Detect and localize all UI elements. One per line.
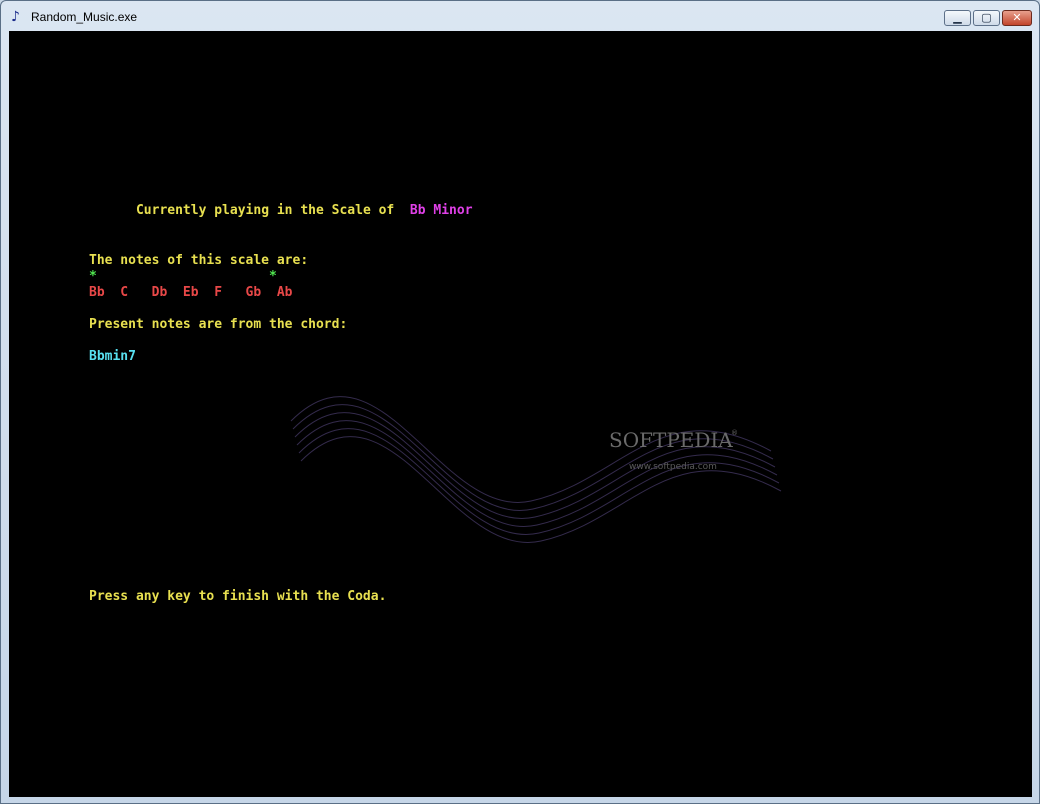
softpedia-watermark: SOFTPEDIA ® www.softpedia.com — [290, 396, 782, 543]
minimize-button[interactable]: ▁ — [944, 10, 971, 26]
scale-notes: Bb C Db Eb F Gb Ab — [89, 285, 293, 300]
chord-name: Bbmin7 — [89, 349, 136, 364]
note-markers: * * — [89, 269, 277, 284]
app-window: ♪ Random_Music.exe ▁ ▢ ✕ Currently playi… — [0, 0, 1040, 804]
title-bar[interactable]: ♪ Random_Music.exe ▁ ▢ ✕ — [1, 1, 1039, 31]
window-title: Random_Music.exe — [31, 10, 138, 24]
scale-name: Bb Minor — [409, 203, 473, 218]
console-output[interactable]: Currently playing in the Scale of Bb Min… — [9, 31, 1032, 797]
watermark-url: www.softpedia.com — [629, 462, 717, 472]
notes-heading: The notes of this scale are: — [89, 253, 309, 268]
watermark-trademark: ® — [731, 429, 738, 437]
scale-prefix: Currently playing in the Scale of — [135, 203, 395, 218]
maximize-button[interactable]: ▢ — [973, 10, 1000, 26]
scale-line: Currently playing in the Scale of Bb Min… — [89, 190, 473, 232]
close-button[interactable]: ✕ — [1002, 10, 1032, 26]
music-note-icon: ♪ — [11, 9, 20, 25]
finish-prompt: Press any key to finish with the Coda. — [89, 589, 387, 604]
watermark-brand: SOFTPEDIA — [609, 428, 733, 452]
chord-heading: Present notes are from the chord: — [89, 317, 348, 332]
